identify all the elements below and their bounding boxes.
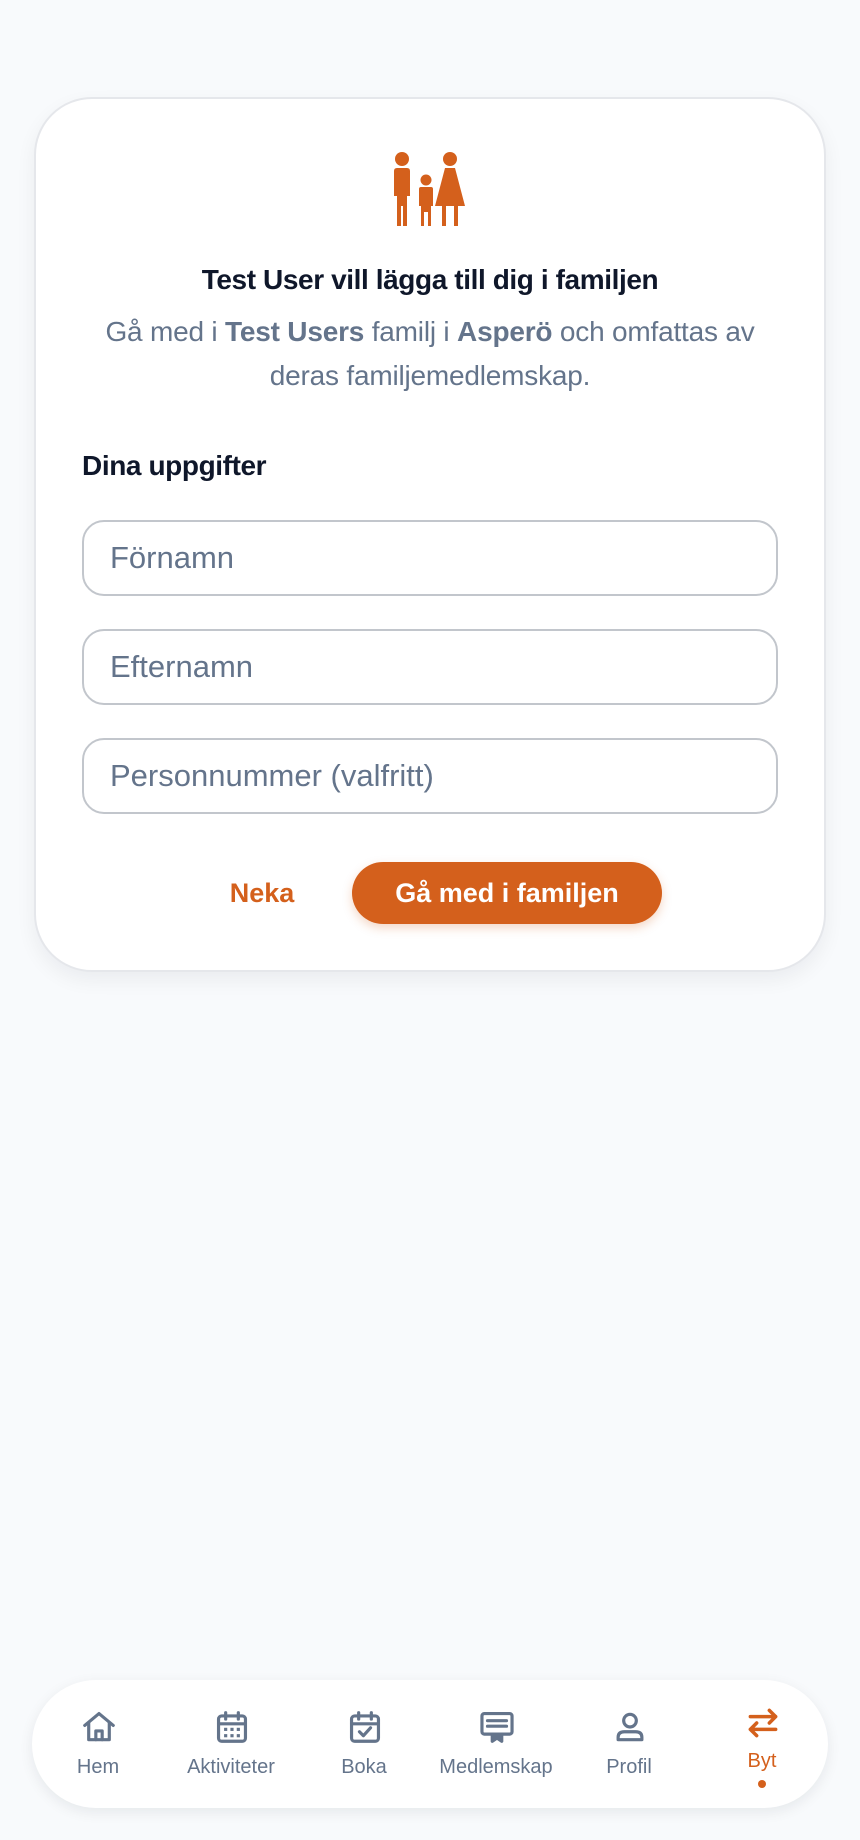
nav-label: Hem <box>76 1756 120 1778</box>
person-icon <box>616 1712 644 1742</box>
inviter-name: Test Users <box>225 316 365 347</box>
invite-title: Test User vill lägga till dig i familjen <box>201 264 659 295</box>
nav-item-aktiviteter[interactable]: Aktiviteter <box>165 1700 297 1800</box>
active-indicator-dot <box>758 1780 766 1788</box>
decline-button[interactable]: Neka <box>212 862 312 924</box>
last-name-field[interactable] <box>82 629 778 705</box>
swap-arrows-icon <box>748 1708 778 1738</box>
nav-label: Aktiviteter <box>187 1756 275 1778</box>
first-name-field[interactable] <box>82 520 778 596</box>
nav-item-boka[interactable]: Boka <box>298 1700 430 1800</box>
family-icon <box>394 152 465 226</box>
home-icon <box>83 1711 115 1742</box>
invite-subtitle: Gå med i Test Users familj i Asperö och … <box>105 316 755 391</box>
membership-card-icon <box>480 1711 514 1743</box>
section-label-your-details: Dina uppgifter <box>82 450 267 481</box>
nav-item-profil[interactable]: Profil <box>563 1700 695 1800</box>
nav-item-byt[interactable]: Byt <box>696 1700 828 1800</box>
nav-item-medlemskap[interactable]: Medlemskap <box>430 1700 562 1800</box>
calendar-check-icon <box>349 1711 381 1743</box>
nav-label: Medlemskap <box>439 1756 553 1778</box>
nav-item-hem[interactable]: Hem <box>32 1700 164 1800</box>
nav-label: Byt <box>747 1750 777 1772</box>
personal-number-field[interactable] <box>82 738 778 814</box>
join-family-button[interactable]: Gå med i familjen <box>352 862 662 924</box>
nav-label: Boka <box>341 1756 387 1778</box>
club-name: Asperö <box>457 316 553 347</box>
nav-label: Profil <box>606 1756 652 1778</box>
calendar-icon <box>216 1711 248 1743</box>
